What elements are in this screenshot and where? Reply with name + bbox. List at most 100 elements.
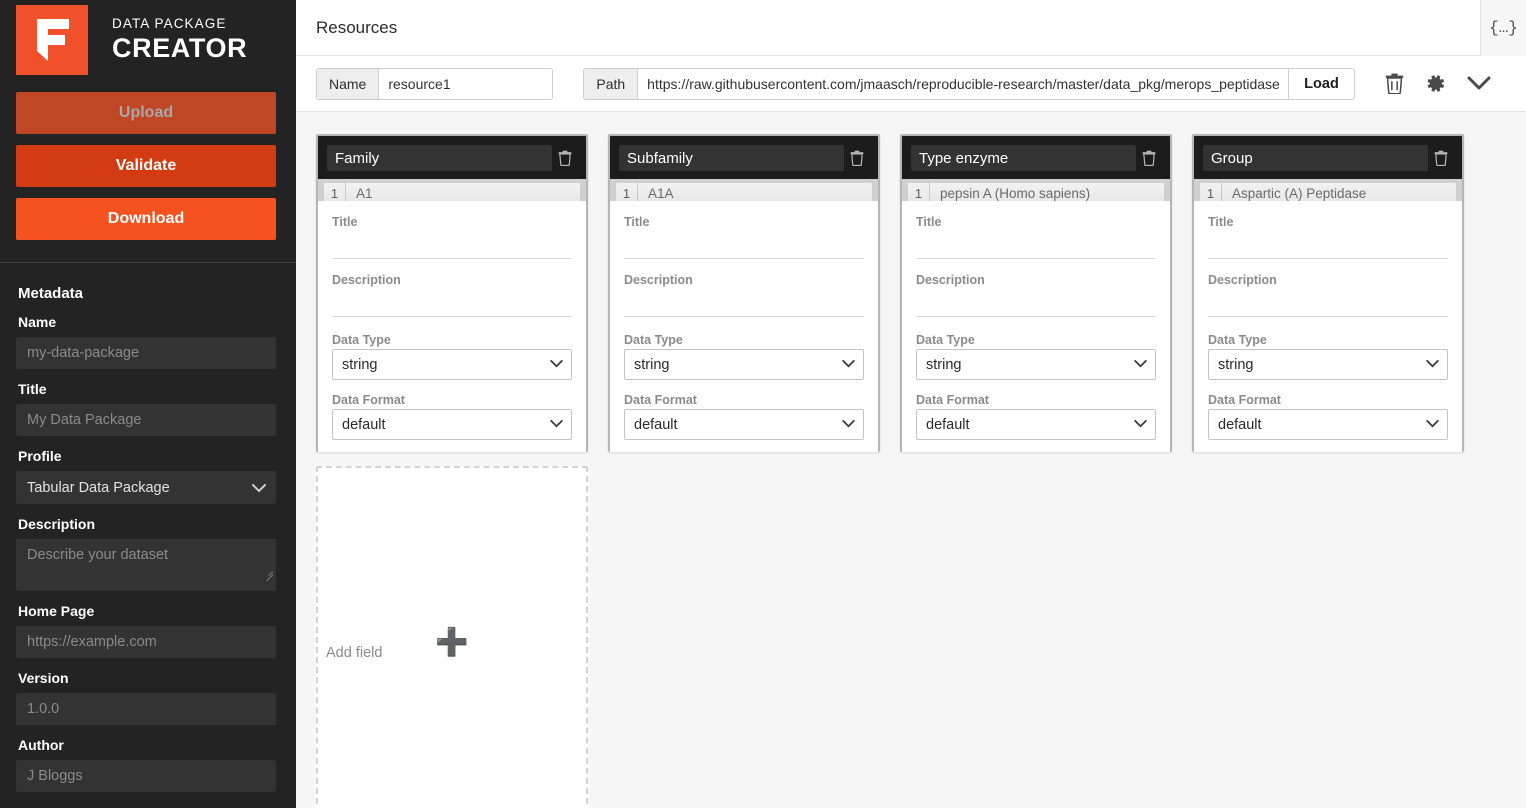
main-header: Resources {…} <box>296 0 1526 56</box>
field-data-type-label: Data Type <box>624 333 683 347</box>
label-author: Author <box>18 737 64 753</box>
brand: DATA PACKAGE CREATOR <box>0 0 296 75</box>
label-profile: Profile <box>18 448 62 464</box>
field-title-input[interactable] <box>332 231 572 259</box>
resource-settings-icon[interactable] <box>1425 73 1446 94</box>
resource-actions <box>1385 73 1491 94</box>
field-title-label: Title <box>916 215 942 229</box>
field-data-format-select[interactable]: default <box>332 409 572 440</box>
field-data-format-wrap: default <box>624 409 864 440</box>
field-card: 1 A1 Title Description Data Type string … <box>316 134 588 452</box>
field-title-label: Title <box>332 215 358 229</box>
field-data-format-label: Data Format <box>624 393 697 407</box>
field-card-body: Title Description Data Type string Data … <box>610 201 878 452</box>
load-button[interactable]: Load <box>1289 67 1355 100</box>
package-title-input[interactable] <box>16 404 276 436</box>
field-title-input[interactable] <box>624 231 864 259</box>
app-root: DATA PACKAGE CREATOR Upload Validate Dow… <box>0 0 1526 808</box>
field-data-type-label: Data Type <box>916 333 975 347</box>
field-card-header <box>610 136 878 179</box>
delete-resource-icon[interactable] <box>1385 73 1404 94</box>
field-description-input[interactable] <box>1208 289 1448 317</box>
page-title: Resources <box>316 17 398 37</box>
field-data-type-label: Data Type <box>332 333 391 347</box>
package-homepage-input[interactable] <box>16 626 276 658</box>
label-title: Title <box>18 381 47 397</box>
field-card-body: Title Description Data Type string Data … <box>318 201 586 452</box>
add-field-row: ➕ Add field <box>296 466 1526 808</box>
delete-field-icon[interactable] <box>1136 150 1162 166</box>
field-card: 1 pepsin A (Homo sapiens) Title Descript… <box>900 134 1172 452</box>
plus-icon: ➕ <box>435 627 469 657</box>
label-name: Name <box>18 314 57 330</box>
field-card-header <box>1194 136 1462 179</box>
field-card-body: Title Description Data Type string Data … <box>902 201 1170 452</box>
package-description-textarea[interactable] <box>16 539 276 591</box>
field-data-type-label: Data Type <box>1208 333 1267 347</box>
field-description-input[interactable] <box>624 289 864 317</box>
metadata-heading: Metadata <box>18 285 84 302</box>
field-data-format-select[interactable]: default <box>624 409 864 440</box>
field-description-input[interactable] <box>332 289 572 317</box>
delete-field-icon[interactable] <box>552 150 578 166</box>
resource-name-group: Name <box>316 67 554 100</box>
field-title-input[interactable] <box>916 231 1156 259</box>
field-card-header <box>318 136 586 179</box>
field-data-type-select[interactable]: string <box>332 349 572 380</box>
resource-toolbar: Name Path Load <box>296 56 1526 112</box>
resource-path-input[interactable] <box>637 67 1290 100</box>
field-card: 1 A1A Title Description Data Type string… <box>608 134 880 452</box>
validate-button[interactable]: Validate <box>16 145 276 187</box>
field-card: 1 Aspartic (A) Peptidase Title Descripti… <box>1192 134 1464 452</box>
sidebar: DATA PACKAGE CREATOR Upload Validate Dow… <box>0 0 296 808</box>
metadata-panel: Metadata Name Title Profile Tabular Data… <box>0 285 296 792</box>
resource-path-addon: Path <box>583 67 638 100</box>
field-data-format-wrap: default <box>332 409 572 440</box>
field-data-type-wrap: string <box>332 349 572 380</box>
field-description-label: Description <box>332 273 401 287</box>
brand-text: DATA PACKAGE CREATOR <box>112 17 247 62</box>
json-view-toggle[interactable]: {…} <box>1480 0 1526 56</box>
upload-button[interactable]: Upload <box>16 92 276 134</box>
delete-field-icon[interactable] <box>1428 150 1454 166</box>
field-description-label: Description <box>624 273 693 287</box>
delete-field-icon[interactable] <box>844 150 870 166</box>
field-description-input[interactable] <box>916 289 1156 317</box>
field-data-format-label: Data Format <box>1208 393 1281 407</box>
field-name-input[interactable] <box>619 145 844 171</box>
field-data-format-wrap: default <box>916 409 1156 440</box>
field-card-header <box>902 136 1170 179</box>
frictionless-f-logo-icon <box>37 18 69 61</box>
package-version-input[interactable] <box>16 693 276 725</box>
field-name-input[interactable] <box>327 145 552 171</box>
field-data-type-wrap: string <box>916 349 1156 380</box>
field-name-input[interactable] <box>1203 145 1428 171</box>
field-data-type-wrap: string <box>1208 349 1448 380</box>
resource-name-input[interactable] <box>378 67 554 100</box>
brand-line-1: DATA PACKAGE <box>112 16 227 32</box>
field-title-label: Title <box>624 215 650 229</box>
field-data-format-select[interactable]: default <box>1208 409 1448 440</box>
download-button[interactable]: Download <box>16 198 276 240</box>
collapse-resource-icon[interactable] <box>1467 76 1491 91</box>
description-wrap <box>16 539 276 591</box>
field-data-type-select[interactable]: string <box>1208 349 1448 380</box>
main-content: Resources {…} Name Path Load <box>296 0 1526 808</box>
field-data-format-select[interactable]: default <box>916 409 1156 440</box>
field-description-label: Description <box>916 273 985 287</box>
label-homepage: Home Page <box>18 603 95 619</box>
field-data-type-select[interactable]: string <box>624 349 864 380</box>
field-title-input[interactable] <box>1208 231 1448 259</box>
sidebar-actions: Upload Validate Download <box>0 74 296 240</box>
field-card-body: Title Description Data Type string Data … <box>1194 201 1462 452</box>
label-description: Description <box>18 516 96 532</box>
profile-select-wrap: Tabular Data Package <box>16 471 276 504</box>
field-name-input[interactable] <box>911 145 1136 171</box>
package-name-input[interactable] <box>16 337 276 369</box>
field-data-type-select[interactable]: string <box>916 349 1156 380</box>
brand-line-2: CREATOR <box>112 32 248 63</box>
fields-grid: 1 A1 Title Description Data Type string … <box>296 112 1526 452</box>
add-field-card[interactable]: ➕ Add field <box>316 466 588 808</box>
profile-select[interactable]: Tabular Data Package <box>16 471 276 504</box>
package-author-input[interactable] <box>16 760 276 792</box>
